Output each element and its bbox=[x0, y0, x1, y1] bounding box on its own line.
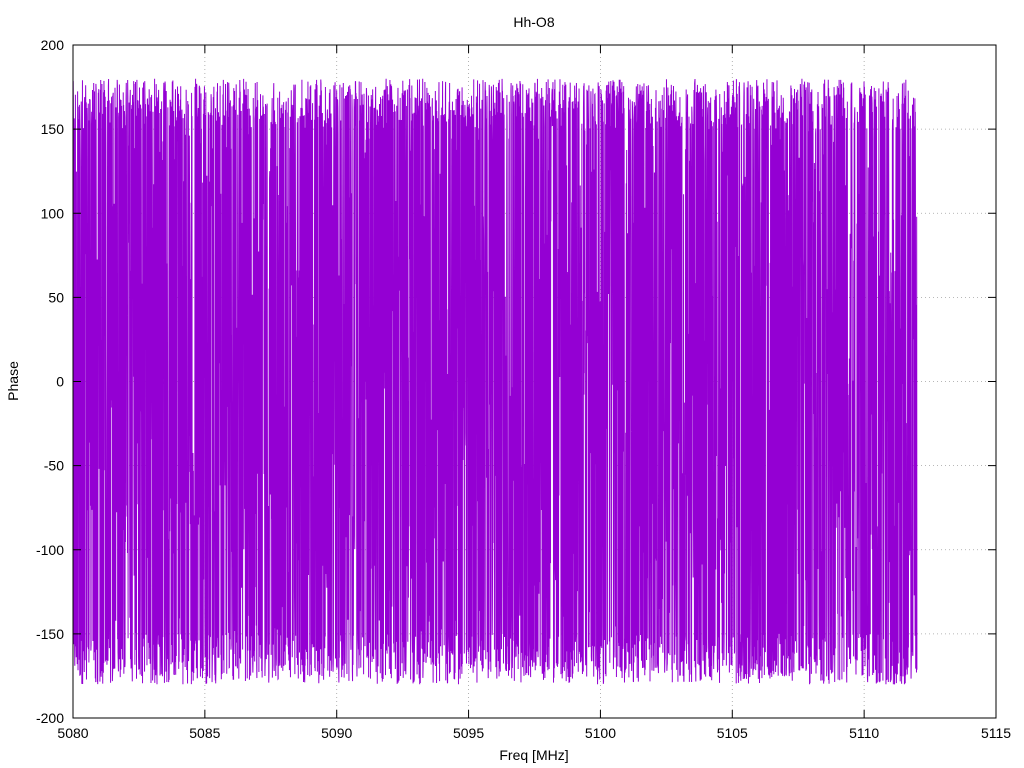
chart: 5080 5085 5090 5095 5100 5105 5110 5115 -200 -15… bbox=[5, 14, 1011, 763]
y-tick-label: 50 bbox=[48, 289, 64, 305]
x-tick-label: 5085 bbox=[189, 725, 220, 741]
x-tick-label: 5095 bbox=[453, 725, 484, 741]
series-phase bbox=[72, 78, 918, 685]
y-tick-label: 100 bbox=[41, 205, 65, 221]
x-axis-label: Freq [MHz] bbox=[499, 747, 568, 763]
y-tick-label: -200 bbox=[36, 710, 64, 726]
x-tick-label: 5080 bbox=[57, 725, 88, 741]
x-tick-label: 5115 bbox=[981, 725, 1011, 741]
x-tick-label: 5105 bbox=[717, 725, 748, 741]
series-line bbox=[72, 78, 918, 685]
y-axis-label: Phase bbox=[5, 361, 21, 401]
x-tick-label: 5090 bbox=[321, 725, 352, 741]
y-tick-label: -50 bbox=[44, 458, 64, 474]
y-tick-label: 0 bbox=[56, 374, 64, 390]
x-tick-label: 5110 bbox=[849, 725, 879, 741]
y-tick-label: -100 bbox=[36, 542, 64, 558]
y-tick-label: 200 bbox=[41, 37, 65, 53]
chart-title: Hh-O8 bbox=[513, 14, 554, 30]
y-tick-label: -150 bbox=[36, 626, 64, 642]
x-tick-label: 5100 bbox=[585, 725, 616, 741]
y-tick-labels: -200 -150 -100 -50 0 50 100 150 200 bbox=[36, 37, 64, 726]
x-tick-labels: 5080 5085 5090 5095 5100 5105 5110 5115 bbox=[57, 725, 1011, 741]
y-tick-label: 150 bbox=[41, 121, 65, 137]
